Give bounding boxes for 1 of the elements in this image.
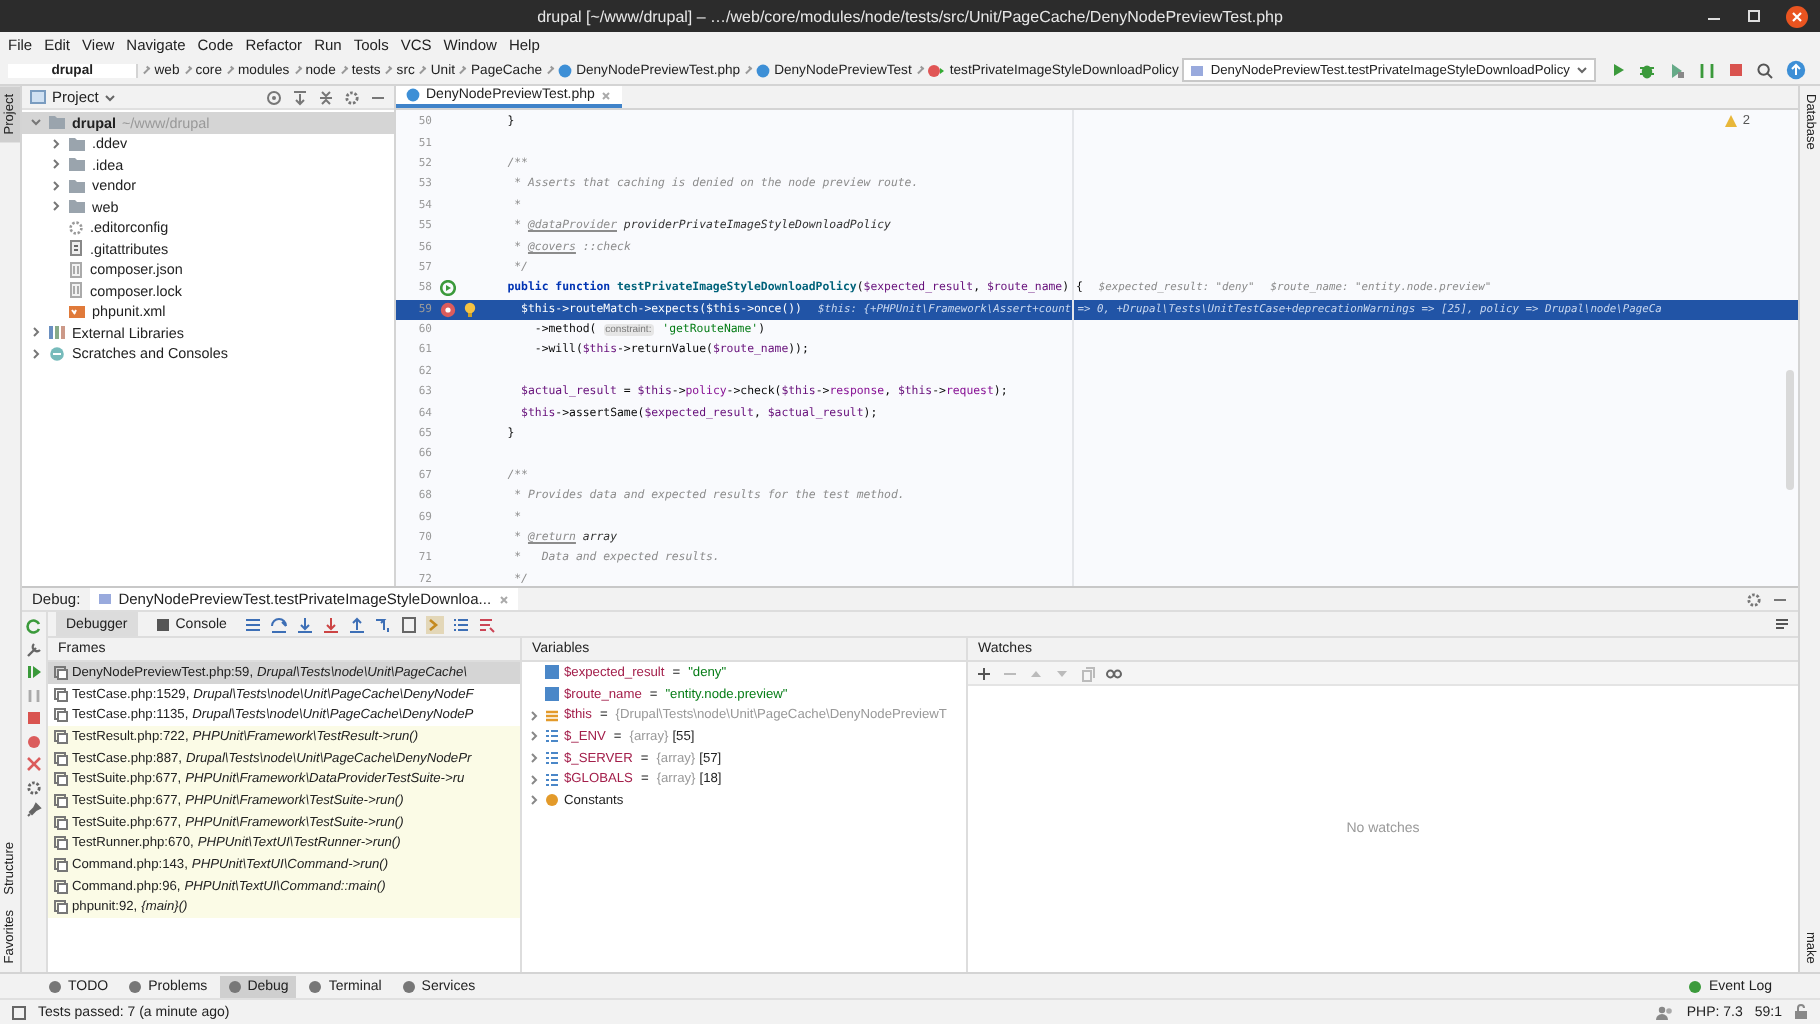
window-title: drupal [~/www/drupal] – …/web/core/modules/node/tests/src/Unit/PageCache/DenyNodePreviewTest.php bbox=[537, 7, 1283, 25]
